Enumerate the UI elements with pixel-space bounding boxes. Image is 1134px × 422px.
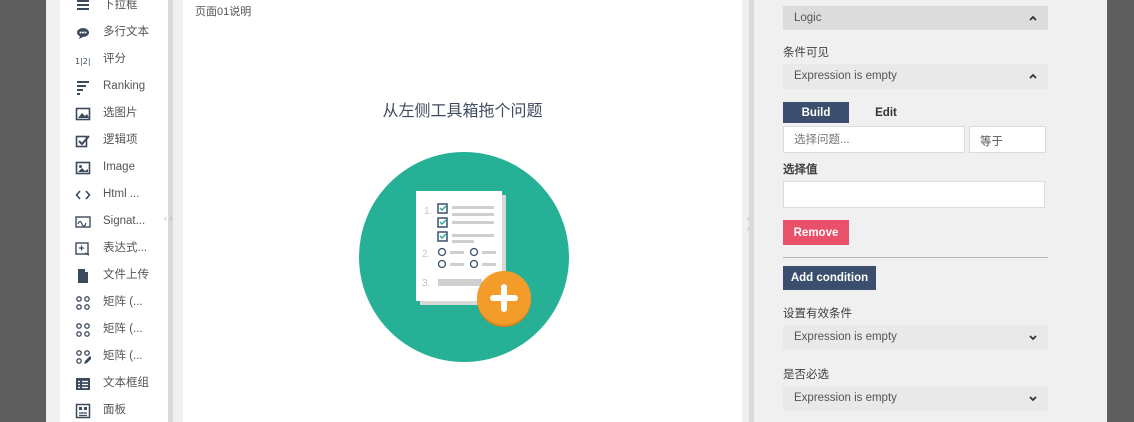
toolbox-item-label: 文本框组 xyxy=(103,377,149,389)
canvas-splitter[interactable]: ‹ › xyxy=(747,0,754,422)
question-select[interactable] xyxy=(783,126,965,153)
enable-if-value: Expression is empty xyxy=(794,331,897,343)
text-group-icon xyxy=(75,376,91,392)
toolbox-item-label: 表达式... xyxy=(103,242,148,254)
toolbox-item-label: 下拉框 xyxy=(103,0,138,11)
matrix-icon xyxy=(75,295,91,311)
plus-badge-icon xyxy=(477,271,531,327)
code-icon xyxy=(75,187,91,203)
select-value-label: 选择值 xyxy=(783,164,818,176)
add-condition-button[interactable]: Add condition xyxy=(783,266,876,290)
toolbox-item[interactable]: Signat... xyxy=(60,208,168,235)
visible-if-value: Expression is empty xyxy=(794,70,897,82)
chevron-up-icon xyxy=(1028,71,1038,81)
toolbox-item-label: 矩阵 (... xyxy=(103,350,143,362)
matrix-edit-icon xyxy=(75,349,91,365)
property-grid: Logic 条件可见 Expression is empty Build Edi… xyxy=(770,0,1060,422)
toolbox-item[interactable]: 矩阵 (... xyxy=(60,343,168,370)
toolbox-item-label: Image xyxy=(103,161,135,173)
toolbox-item[interactable]: 矩阵 (... xyxy=(60,289,168,316)
toolbox-item-label: 评分 xyxy=(103,53,126,65)
toolbox-item-label: 多行文本 xyxy=(103,26,149,38)
svg-text:1|2|3: 1|2|3 xyxy=(75,57,91,66)
comment-icon xyxy=(75,25,91,41)
operator-select[interactable]: 等于 xyxy=(969,126,1046,153)
toolbox-item[interactable]: 文件上传 xyxy=(60,262,168,289)
toolbox-item-label: 逻辑项 xyxy=(103,134,138,146)
enable-if-label: 设置有效条件 xyxy=(783,308,852,320)
splitter-grip-icon: ‹ › xyxy=(747,213,750,233)
toolbox-item[interactable]: Html ... xyxy=(60,181,168,208)
toolbox-item-label: 选图片 xyxy=(103,107,138,119)
visible-if-editor[interactable]: Expression is empty xyxy=(783,64,1048,89)
image-icon xyxy=(75,160,91,176)
logic-section-header[interactable]: Logic xyxy=(783,6,1048,30)
chevron-down-icon xyxy=(1028,332,1038,342)
toolbox-item[interactable]: 下拉框 xyxy=(60,0,168,19)
section-title: Logic xyxy=(794,12,822,24)
add-question-illustration: 1. 2. 3. xyxy=(359,152,569,362)
expression-icon xyxy=(75,241,91,257)
toolbox-item-label: 矩阵 (... xyxy=(103,296,143,308)
toolbox-item[interactable]: 1|2|3 评分 xyxy=(60,46,168,73)
file-icon xyxy=(75,268,91,284)
toolbox-item[interactable]: 面板 xyxy=(60,397,168,422)
toolbox-item-label: Html ... xyxy=(103,188,140,200)
drop-hint-text: 从左侧工具箱拖个问题 xyxy=(382,103,543,120)
toolbox-item[interactable]: 逻辑项 xyxy=(60,127,168,154)
toolbox-item-label: Ranking xyxy=(103,80,146,92)
splitter-grip-icon: ‹ › xyxy=(164,213,173,223)
enable-if-editor[interactable]: Expression is empty xyxy=(783,325,1048,350)
tab-edit[interactable]: Edit xyxy=(853,102,919,123)
window-edge xyxy=(1107,0,1134,422)
toolbox-item[interactable]: 选图片 xyxy=(60,100,168,127)
toolbox-item-label: Signat... xyxy=(103,215,146,227)
visible-if-label: 条件可见 xyxy=(783,47,829,59)
toolbox-item-label: 面板 xyxy=(103,404,126,416)
survey-canvas[interactable]: 页面01说明 从左侧工具箱拖个问题 1. 2. 3. xyxy=(183,0,742,422)
divider xyxy=(783,257,1048,258)
toolbox-item[interactable]: 矩阵 (... xyxy=(60,316,168,343)
toolbox-item[interactable]: Image xyxy=(60,154,168,181)
matrix-icon xyxy=(75,322,91,338)
toolbox-item[interactable]: 多行文本 xyxy=(60,19,168,46)
svg-text:3.: 3. xyxy=(422,278,430,289)
required-if-editor[interactable]: Expression is empty xyxy=(783,386,1048,411)
toolbox-item-label: 文件上传 xyxy=(103,269,149,281)
chevron-up-icon xyxy=(1028,13,1038,23)
dropdown-icon xyxy=(75,0,91,14)
signature-icon xyxy=(75,214,91,230)
svg-text:2.: 2. xyxy=(422,249,430,260)
page-title[interactable]: 页面01说明 xyxy=(195,3,251,19)
chevron-down-icon xyxy=(1028,393,1038,403)
toolbox-splitter[interactable]: ‹ › xyxy=(164,0,173,422)
checkbox-icon xyxy=(75,133,91,149)
toolbox-item-label: 矩阵 (... xyxy=(103,323,143,335)
toolbox-item[interactable]: 表达式... xyxy=(60,235,168,262)
image-picker-icon xyxy=(75,106,91,122)
rating-icon: 1|2|3 xyxy=(75,52,91,68)
tab-build[interactable]: Build xyxy=(783,102,849,123)
toolbox-panel: 下拉框多行文本 1|2|3 评分 Ranking 选图片逻辑项 Image Html ...… xyxy=(60,0,168,422)
toolbox-item[interactable]: 文本框组 xyxy=(60,370,168,397)
toolbox-item[interactable]: Ranking xyxy=(60,73,168,100)
svg-text:1.: 1. xyxy=(424,206,432,217)
remove-button[interactable]: Remove xyxy=(783,220,849,245)
required-if-value: Expression is empty xyxy=(794,392,897,404)
required-if-label: 是否必选 xyxy=(783,369,829,381)
ranking-icon xyxy=(75,79,91,95)
value-input[interactable] xyxy=(783,181,1045,208)
panel-icon xyxy=(75,403,91,419)
